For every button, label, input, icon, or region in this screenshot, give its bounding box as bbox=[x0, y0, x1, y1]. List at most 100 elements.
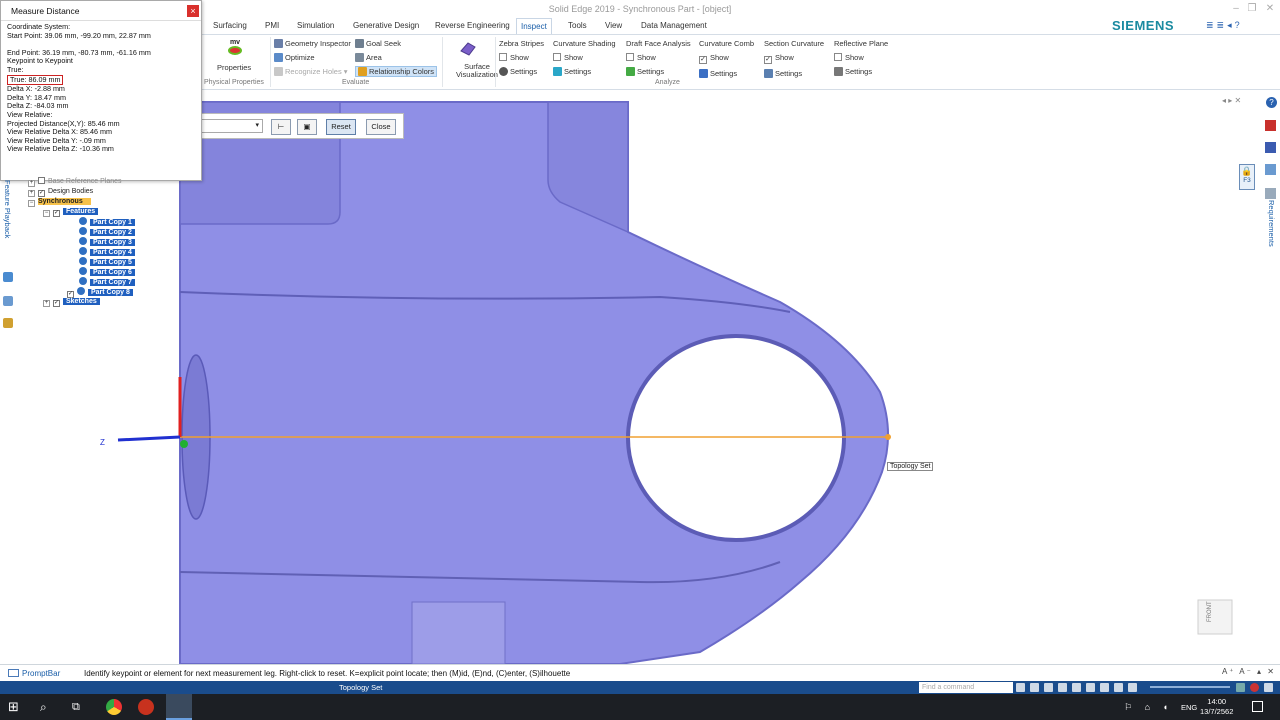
lock-view-button[interactable]: 🔒 F3 bbox=[1239, 164, 1255, 190]
task-view-icon[interactable]: ⧉ bbox=[72, 699, 88, 715]
draft-face-settings[interactable]: Settings bbox=[626, 67, 691, 76]
section-curvature-show[interactable]: ✓ Show bbox=[764, 53, 824, 64]
view-tool-icon[interactable] bbox=[1264, 683, 1273, 692]
youtube-icon[interactable] bbox=[1265, 120, 1276, 131]
curvature-shading-show[interactable]: Show bbox=[553, 53, 616, 62]
minimize-button[interactable]: – bbox=[1228, 2, 1244, 16]
tab-tools[interactable]: Tools bbox=[564, 18, 591, 34]
tree-row-part-copy[interactable]: Part Copy 1 bbox=[28, 217, 135, 227]
goal-seek-button[interactable]: Goal Seek bbox=[355, 39, 401, 48]
tree-row-part-copy[interactable]: Part Copy 5 bbox=[28, 257, 135, 267]
close-button[interactable]: Close bbox=[366, 119, 396, 135]
visibility-checkbox[interactable]: ✓ bbox=[53, 300, 60, 307]
chrome-icon[interactable] bbox=[106, 699, 122, 715]
view-tool-icon[interactable] bbox=[1072, 683, 1081, 692]
promptbar-controls[interactable]: A⁺ A⁻ ▴ ✕ bbox=[1222, 667, 1276, 676]
tree-row-design-bodies[interactable]: + ✓ Design Bodies bbox=[28, 187, 135, 197]
view-tool-icon[interactable] bbox=[1016, 683, 1025, 692]
feature-playback-tab[interactable]: Feature Playback bbox=[3, 180, 13, 250]
expand-icon[interactable]: + bbox=[28, 190, 35, 197]
requirements-icon[interactable] bbox=[1265, 188, 1276, 199]
draft-face-checkbox[interactable] bbox=[626, 53, 634, 61]
surface-visualization-icon[interactable] bbox=[459, 39, 477, 57]
tab-pmi[interactable]: PMI bbox=[261, 18, 283, 34]
end-keypoint[interactable] bbox=[885, 434, 891, 440]
clock[interactable]: 14:00 13/7/2562 bbox=[1200, 697, 1233, 717]
tab-simulation[interactable]: Simulation bbox=[293, 18, 338, 34]
tree-row-part-copy[interactable]: Part Copy 7 bbox=[28, 277, 135, 287]
reset-button[interactable]: Reset bbox=[326, 119, 356, 135]
layers-icon[interactable] bbox=[3, 296, 13, 306]
section-curvature-checkbox[interactable]: ✓ bbox=[764, 56, 772, 64]
collapse-icon[interactable]: − bbox=[43, 210, 50, 217]
tab-surfacing[interactable]: Surfacing bbox=[209, 18, 251, 34]
draft-face-show[interactable]: Show bbox=[626, 53, 691, 62]
tray-icons[interactable]: ⚐ ⌂ ◖ bbox=[1124, 702, 1173, 713]
curvature-comb-show[interactable]: ✓ Show bbox=[699, 53, 754, 64]
tab-view[interactable]: View bbox=[601, 18, 626, 34]
tree-row-part-copy[interactable]: Part Copy 2 bbox=[28, 227, 135, 237]
close-window-button[interactable]: ✕ bbox=[1262, 2, 1278, 16]
curvature-shading-settings[interactable]: Settings bbox=[553, 67, 616, 76]
app-icon[interactable] bbox=[138, 699, 154, 715]
collapse-icon[interactable]: − bbox=[28, 200, 35, 207]
properties-icon[interactable]: mv bbox=[222, 39, 248, 55]
measure-options-button[interactable]: ▣ bbox=[297, 119, 317, 135]
key-icon[interactable] bbox=[3, 318, 13, 328]
view-cube[interactable] bbox=[1197, 599, 1233, 635]
help-icon[interactable]: ? bbox=[1266, 97, 1277, 108]
reflective-plane-settings[interactable]: Settings bbox=[834, 67, 888, 76]
pathfinder-icon[interactable] bbox=[3, 272, 13, 282]
visibility-checkbox[interactable]: ✓ bbox=[38, 190, 45, 197]
view-tool-icon[interactable] bbox=[1044, 683, 1053, 692]
relationship-colors-button[interactable]: Relationship Colors bbox=[355, 66, 438, 77]
help-icons[interactable]: ≣≣◂? bbox=[1206, 20, 1243, 31]
record-icon[interactable] bbox=[1250, 683, 1259, 692]
promptbar-label[interactable]: PromptBar bbox=[22, 669, 60, 678]
view-tool-icon[interactable] bbox=[1100, 683, 1109, 692]
view-tool-icon[interactable] bbox=[1086, 683, 1095, 692]
curvature-comb-checkbox[interactable]: ✓ bbox=[699, 56, 707, 64]
tree-row-base-planes[interactable]: + Base Reference Planes bbox=[28, 177, 135, 187]
reflective-plane-checkbox[interactable] bbox=[834, 53, 842, 61]
view-tool-icon[interactable] bbox=[1114, 683, 1123, 692]
visibility-checkbox[interactable]: ✓ bbox=[53, 210, 60, 217]
tab-reverse-engineering[interactable]: Reverse Engineering bbox=[431, 18, 514, 34]
tree-row-part-copy[interactable]: ✓ Part Copy 8 bbox=[28, 287, 135, 298]
tree-row-features[interactable]: − ✓ Features bbox=[28, 207, 135, 217]
zebra-stripes-checkbox[interactable] bbox=[499, 53, 507, 61]
zebra-stripes-settings[interactable]: Settings bbox=[499, 67, 544, 76]
optimize-button[interactable]: Optimize bbox=[274, 53, 315, 62]
dialog-close-button[interactable]: × bbox=[187, 5, 199, 17]
area-button[interactable]: Area bbox=[355, 53, 382, 62]
expand-icon[interactable]: + bbox=[43, 300, 50, 307]
view-tool-icon[interactable] bbox=[1030, 683, 1039, 692]
find-command-input[interactable]: Find a command bbox=[919, 682, 1013, 693]
tree-row-part-copy[interactable]: Part Copy 4 bbox=[28, 247, 135, 257]
facebook-icon[interactable] bbox=[1265, 142, 1276, 153]
view-tool-icon[interactable] bbox=[1058, 683, 1067, 692]
tree-row-part-copy[interactable]: Part Copy 3 bbox=[28, 237, 135, 247]
measure-mode-button[interactable]: ⊢ bbox=[271, 119, 291, 135]
tab-inspect[interactable]: Inspect bbox=[516, 18, 552, 34]
through-hole[interactable] bbox=[626, 334, 846, 542]
tab-generative-design[interactable]: Generative Design bbox=[349, 18, 423, 34]
notification-icon[interactable] bbox=[1252, 701, 1263, 712]
zoom-slider[interactable] bbox=[1150, 686, 1230, 688]
tree-row-sketches[interactable]: + ✓ Sketches bbox=[28, 297, 135, 307]
tree-row-synchronous[interactable]: − Synchronous bbox=[28, 197, 135, 207]
curvature-shading-checkbox[interactable] bbox=[553, 53, 561, 61]
tab-data-management[interactable]: Data Management bbox=[637, 18, 711, 34]
section-curvature-settings[interactable]: Settings bbox=[764, 69, 824, 78]
mode-dropdown[interactable]: ▾ bbox=[201, 119, 263, 133]
search-icon[interactable]: ⌕ bbox=[40, 699, 56, 715]
restore-button[interactable]: ❐ bbox=[1244, 2, 1260, 16]
windows-start-icon[interactable]: ⊞ bbox=[8, 699, 24, 715]
visibility-checkbox[interactable] bbox=[38, 177, 45, 184]
reflective-plane-show[interactable]: Show bbox=[834, 53, 888, 62]
solid-edge-taskbar-icon[interactable] bbox=[166, 694, 192, 720]
shading-icon[interactable] bbox=[1236, 683, 1245, 692]
surface-visualization-button[interactable]: Surface Visualization bbox=[456, 63, 498, 79]
library-icon[interactable] bbox=[1265, 164, 1276, 175]
expand-icon[interactable]: + bbox=[28, 180, 35, 187]
